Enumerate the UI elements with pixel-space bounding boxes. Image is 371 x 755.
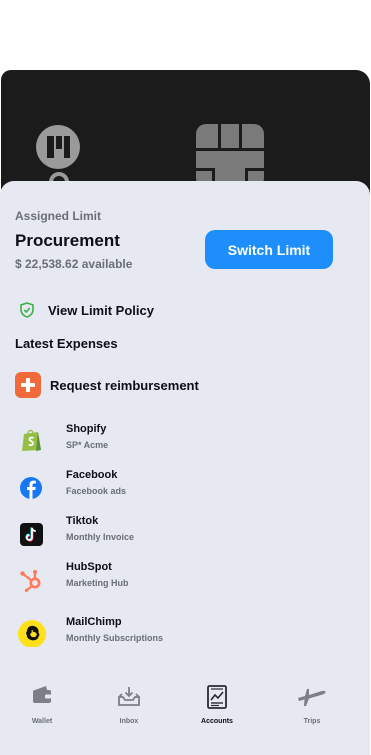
- nav-trips[interactable]: Trips: [282, 680, 342, 730]
- nav-label: Trips: [303, 718, 321, 725]
- expense-name: Facebook: [66, 469, 118, 481]
- nav-wallet[interactable]: Wallet: [12, 680, 72, 730]
- wallet-icon: [33, 686, 51, 703]
- shopify-icon: [22, 429, 41, 451]
- facebook-icon: [20, 477, 42, 499]
- expense-row-tiktok[interactable]: Tiktok Monthly Invoice: [18, 514, 338, 550]
- plus-icon: [15, 372, 41, 398]
- view-limit-policy-label: View Limit Policy: [48, 302, 154, 318]
- expense-row-facebook[interactable]: Facebook Facebook ads: [18, 468, 338, 504]
- view-limit-policy-link[interactable]: View Limit Policy: [20, 302, 154, 318]
- limit-name: Procurement: [15, 231, 120, 250]
- assigned-limit-label: Assigned Limit: [15, 209, 102, 223]
- expense-detail: SP* Acme: [66, 440, 109, 450]
- expense-row-mailchimp[interactable]: MailChimp Monthly Subscriptions: [18, 615, 338, 651]
- bottom-nav: Wallet Inbox Accounts Trips: [0, 680, 370, 730]
- plane-icon: [298, 689, 326, 706]
- expense-name: Shopify: [66, 423, 107, 435]
- expense-row-shopify[interactable]: Shopify SP* Acme: [18, 422, 338, 458]
- mailchimp-icon: [18, 620, 46, 647]
- switch-limit-button[interactable]: Switch Limit: [205, 230, 333, 269]
- expense-detail: Marketing Hub: [66, 578, 129, 588]
- expense-name: HubSpot: [66, 561, 112, 573]
- hubspot-icon: [20, 570, 41, 592]
- expense-row-hubspot[interactable]: HubSpot Marketing Hub: [18, 560, 338, 596]
- expense-detail: Monthly Subscriptions: [66, 633, 164, 643]
- expense-detail: Facebook ads: [66, 486, 127, 496]
- available-amount: $ 22,538.62 available: [15, 257, 133, 271]
- tiktok-icon: [20, 523, 43, 546]
- nav-label: Inbox: [119, 718, 139, 725]
- card-chip-icon: [196, 124, 264, 188]
- expense-name: MailChimp: [66, 616, 122, 628]
- nav-inbox[interactable]: Inbox: [99, 680, 159, 730]
- latest-expenses-heading: Latest Expenses: [15, 336, 118, 351]
- nav-label: Accounts: [201, 718, 233, 725]
- shield-check-icon: [20, 302, 34, 318]
- request-reimbursement-label: Request reimbursement: [50, 377, 199, 393]
- inbox-icon: [118, 687, 140, 706]
- request-reimbursement-button[interactable]: Request reimbursement: [15, 372, 199, 398]
- expense-detail: Monthly Invoice: [66, 532, 135, 542]
- expense-name: Tiktok: [66, 515, 99, 527]
- nav-accounts[interactable]: Accounts: [187, 680, 247, 730]
- nav-label: Wallet: [31, 718, 53, 725]
- accounts-icon: [207, 685, 227, 709]
- card-brand-logo: [36, 125, 80, 169]
